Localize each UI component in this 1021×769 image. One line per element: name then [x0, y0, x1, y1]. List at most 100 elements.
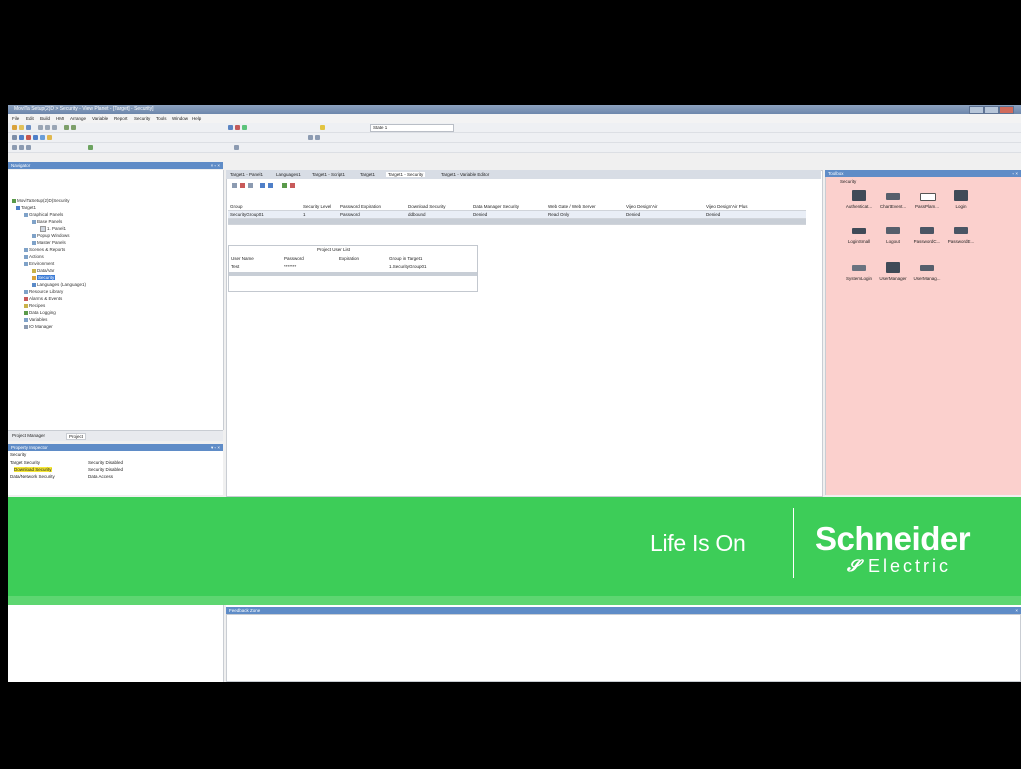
cut-icon[interactable] [38, 125, 43, 130]
widget-chartevent[interactable]: ChartEvent... [878, 190, 908, 214]
menu-edit[interactable]: Edit [26, 116, 34, 121]
table-cell[interactable]: Denied [626, 212, 640, 217]
table-cell[interactable]: SecurityGroup01 [230, 212, 264, 217]
close-button[interactable] [999, 106, 1014, 114]
widget-authentication[interactable]: Authenticat... [844, 190, 874, 214]
ellipse-icon[interactable] [33, 135, 38, 140]
image-icon[interactable] [47, 135, 52, 140]
add-icon[interactable] [232, 183, 237, 188]
widget-usermanager[interactable]: UserManager [878, 262, 908, 286]
close-icon[interactable]: × ▫ × [211, 163, 220, 168]
new-icon[interactable] [12, 125, 17, 130]
copy-icon[interactable] [45, 125, 50, 130]
bold-icon[interactable] [12, 145, 17, 150]
close-icon[interactable]: × [1015, 608, 1018, 613]
tab-variable-editor[interactable]: Target1 - Variable Editor [441, 172, 489, 177]
run-icon[interactable] [242, 125, 247, 130]
widget-logout[interactable]: Logout [878, 225, 908, 249]
fill-color-icon[interactable] [88, 145, 93, 150]
menu-window[interactable]: Window [172, 116, 188, 121]
tab-target1[interactable]: Target1 [360, 172, 375, 177]
open-icon[interactable] [19, 125, 24, 130]
tree-item-environment[interactable]: Environment [24, 261, 54, 266]
tree-item-target[interactable]: Target1 [16, 205, 36, 210]
tree-item-master-panels[interactable]: Master Panels [32, 240, 66, 245]
tree-item-panel1[interactable]: 1. Panel1 [40, 226, 66, 232]
distribute-icon[interactable] [315, 135, 320, 140]
user-icon[interactable] [282, 183, 287, 188]
table-cell[interactable]: 1 [303, 212, 306, 217]
widget-login[interactable]: Login [946, 190, 976, 214]
menu-security[interactable]: Security [134, 116, 150, 121]
table-cell[interactable]: ddbound [408, 212, 426, 217]
delete-icon[interactable] [240, 183, 245, 188]
layer-icon[interactable] [234, 145, 239, 150]
rectangle-icon[interactable] [26, 135, 31, 140]
tab-project[interactable]: Project [66, 433, 87, 440]
tree-item-project[interactable]: MoviTaSetup(2)D(Security [12, 198, 70, 203]
zoom-icon[interactable] [228, 125, 233, 130]
tree-item-datavar[interactable]: Data/Var [32, 268, 54, 273]
tab-panel1[interactable]: Target1 - Panel1 [230, 172, 263, 177]
undo-icon[interactable] [64, 125, 69, 130]
maximize-button[interactable] [984, 106, 999, 114]
align-icon[interactable] [308, 135, 313, 140]
tree-item-recipes[interactable]: Recipes [24, 303, 45, 308]
tree-item-variables[interactable]: Variables [24, 317, 47, 322]
table-cell[interactable]: Denied [706, 212, 720, 217]
widget-passworde[interactable]: PasswordE... [946, 225, 976, 249]
text-icon[interactable] [40, 135, 45, 140]
tree-item-actions[interactable]: Actions [24, 254, 44, 259]
redo-icon[interactable] [71, 125, 76, 130]
user-name-cell[interactable]: Test [231, 264, 239, 269]
table-cell[interactable]: Read Only [548, 212, 569, 217]
state-dropdown[interactable]: State 1 [370, 124, 454, 132]
group-icon[interactable] [290, 183, 295, 188]
menu-file[interactable]: File [12, 116, 19, 121]
paste-icon[interactable] [52, 125, 57, 130]
import-icon[interactable] [260, 183, 265, 188]
widget-loginsmall[interactable]: LoginSmall [844, 225, 874, 249]
widget-passwordc[interactable]: PasswordC... [912, 225, 942, 249]
tab-project-manager[interactable]: Project Manager [10, 433, 47, 438]
tree-item-languages[interactable]: Languages (Language1) [32, 282, 86, 287]
tab-script1[interactable]: Target1 - Script1 [312, 172, 345, 177]
tree-item-security[interactable]: Security [32, 275, 56, 280]
save-icon[interactable] [26, 125, 31, 130]
menu-tools[interactable]: Tools [156, 116, 167, 121]
tab-languages[interactable]: Languages1 [276, 172, 301, 177]
tree-item-scenes-reports[interactable]: Scenes & Reports [24, 247, 65, 252]
tree-item-graphical-panels[interactable]: Graphical Panels [24, 212, 63, 217]
tree-item-io-manager[interactable]: IO Manager [24, 324, 53, 329]
property-value[interactable]: Data Access [88, 474, 113, 479]
widget-passplam[interactable]: PassPlam... [912, 190, 942, 214]
pointer-icon[interactable] [12, 135, 17, 140]
tree-item-alarms[interactable]: Alarms & Events [24, 296, 62, 301]
tree-item-base-panels[interactable]: Base Panels [32, 219, 62, 224]
menu-report[interactable]: Report [114, 116, 128, 121]
close-icon[interactable]: ▫ × [1013, 171, 1018, 176]
minimize-button[interactable] [969, 106, 984, 114]
password-cell[interactable]: ******* [284, 264, 296, 269]
menu-help[interactable]: Help [192, 116, 201, 121]
menu-variable[interactable]: Variable [92, 116, 108, 121]
export-icon[interactable] [268, 183, 273, 188]
menu-build[interactable]: Build [40, 116, 50, 121]
tab-security[interactable]: Target1 - Security [386, 172, 426, 177]
line-icon[interactable] [19, 135, 24, 140]
underline-icon[interactable] [26, 145, 31, 150]
tree-item-resource-library[interactable]: Resource Library [24, 289, 63, 294]
tree-item-popup-windows[interactable]: Popup Windows [32, 233, 70, 238]
table-row[interactable]: SecurityGroup01 1 Password ddbound Denie… [228, 211, 806, 219]
move-up-icon[interactable] [248, 183, 253, 188]
tree-item-data-logging[interactable]: Data Logging [24, 310, 56, 315]
group-cell[interactable]: 1.SecurityGroup01 [389, 264, 427, 269]
menu-arrange[interactable]: Arrange [70, 116, 86, 121]
widget-systemlogin[interactable]: SystemLogin [844, 262, 874, 286]
table-cell[interactable]: Password [340, 212, 360, 217]
property-value[interactable]: Security Disabled [88, 460, 123, 465]
italic-icon[interactable] [19, 145, 24, 150]
stop-icon[interactable] [235, 125, 240, 130]
menu-hmi[interactable]: HMI [56, 116, 64, 121]
table-cell[interactable]: Denied [473, 212, 487, 217]
